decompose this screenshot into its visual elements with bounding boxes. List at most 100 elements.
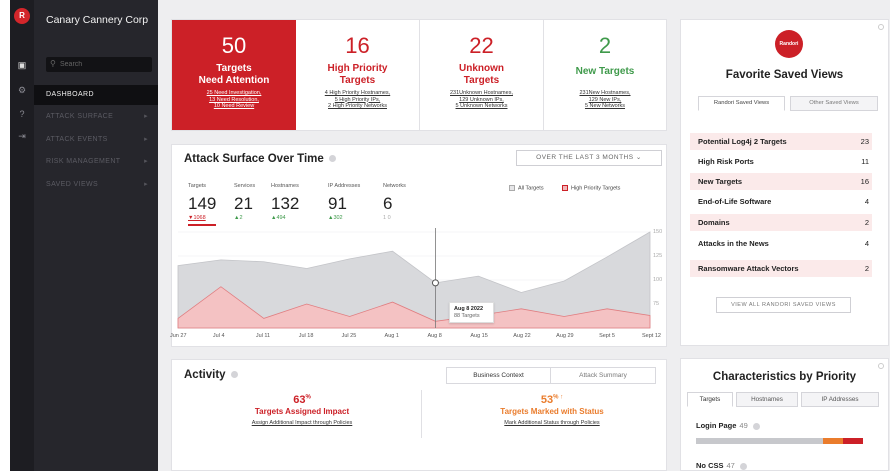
row-count: 16	[860, 177, 869, 186]
metric-sub-link[interactable]: 231Unknown Hostnames,	[420, 90, 543, 97]
saved-views-tabs: Randori Saved Views Other Saved Views	[698, 96, 878, 111]
help-icon[interactable]: ?	[17, 109, 27, 119]
info-icon[interactable]	[878, 363, 884, 369]
metric-need-attention[interactable]: 50 Targets Need Attention 25 Need Invest…	[172, 20, 296, 130]
legend-all-targets[interactable]: All Targets	[509, 185, 544, 191]
metric-label: Need Attention	[198, 75, 270, 86]
x-tick-label: Aug 29	[556, 333, 574, 339]
info-icon[interactable]	[230, 371, 238, 379]
mark-status-link[interactable]: Mark Additional Status through Policies	[452, 420, 652, 426]
metric-sub-link[interactable]: 13 Need Resolution,	[172, 97, 296, 104]
y-tick-label: 75	[653, 301, 660, 307]
stat-delta: ▲302	[328, 215, 343, 221]
metric-sub-link[interactable]: 5 New Networks	[544, 103, 666, 110]
tab-randori-saved-views[interactable]: Randori Saved Views	[698, 96, 785, 111]
saved-view-row[interactable]: End-of-Life Software 4	[690, 193, 872, 210]
info-icon[interactable]	[328, 155, 336, 163]
tab-ip-addresses[interactable]: IP Addresses	[801, 392, 879, 407]
selected-indicator	[188, 224, 216, 226]
gear-icon[interactable]: ⚙	[17, 85, 27, 95]
x-tick-label: Jul 18	[298, 333, 314, 339]
saved-view-row[interactable]: High Risk Ports 11	[690, 153, 872, 170]
grid-icon[interactable]: ▣	[17, 60, 27, 70]
row-label: New Targets	[698, 177, 743, 186]
saved-view-row[interactable]: Attacks in the News 4	[690, 235, 872, 252]
stat-services[interactable]: Services 21 ▲2	[234, 183, 255, 221]
metric-sub-link[interactable]: 25 Need Investigation,	[172, 90, 296, 97]
row-count: 4	[864, 197, 869, 206]
stat-value: 91	[328, 194, 347, 213]
saved-view-row[interactable]: Ransomware Attack Vectors 2	[690, 260, 872, 277]
info-icon[interactable]	[739, 462, 747, 470]
nav-label: DASHBOARD	[46, 91, 94, 98]
metric-sub-link[interactable]: 231New Hostnames,	[544, 90, 666, 97]
saved-view-row[interactable]: Potential Log4j 2 Targets 23	[690, 133, 872, 150]
metric-sub-link[interactable]: 5 Unknown Networks	[420, 103, 543, 110]
tab-hostnames[interactable]: Hostnames	[736, 392, 798, 407]
tab-business-context[interactable]: Business Context	[447, 368, 551, 383]
stat-targets[interactable]: Targets 149 ▼1068	[188, 183, 216, 226]
icon-rail: R ▣ ⚙ ? ⇥	[10, 0, 34, 471]
stat-hostnames[interactable]: Hostnames 132 ▲494	[271, 183, 299, 221]
legend-label: All Targets	[518, 185, 544, 192]
stat-networks[interactable]: Networks 6 1 0	[383, 183, 406, 221]
search-input[interactable]	[60, 58, 148, 71]
metric-high-priority[interactable]: 16 High Priority Targets 4 High Priority…	[296, 20, 420, 130]
activity-tabs: Business Context Attack Summary	[446, 367, 656, 384]
row-label: End-of-Life Software	[698, 197, 772, 206]
metric-unknown-targets[interactable]: 22 Unknown Targets 231Unknown Hostnames,…	[420, 20, 544, 130]
metric-sub-link[interactable]: 129 New IPs,	[544, 97, 666, 104]
metric-label: Targets	[463, 75, 500, 86]
time-range-dropdown[interactable]: OVER THE LAST 3 MONTHS ⌄	[516, 150, 662, 166]
priority-bar[interactable]	[696, 438, 863, 444]
stat-value: 132	[271, 194, 300, 213]
characteristic-count: 49	[739, 421, 748, 430]
saved-view-row[interactable]: Domains 2	[690, 214, 872, 231]
company-name[interactable]: Canary Cannery Corp	[46, 14, 148, 26]
legend-swatch	[562, 185, 568, 191]
assign-impact-link[interactable]: Assign Additional Impact through Policie…	[202, 420, 402, 426]
metric-sub-link[interactable]: 4 High Priority Hostnames,	[296, 90, 419, 97]
stat-delta: ▼1068	[188, 215, 206, 221]
tab-targets[interactable]: Targets	[687, 392, 733, 407]
bar-segment-red	[842, 438, 863, 444]
stat-delta: 1 0	[383, 215, 391, 221]
metric-sub-link[interactable]: 10 Need Review	[172, 103, 296, 110]
metric-new-targets[interactable]: 2 New Targets 231New Hostnames, 129 New …	[544, 20, 666, 130]
info-icon[interactable]	[752, 422, 760, 430]
hover-point	[431, 279, 439, 287]
x-tick-label: Aug 22	[513, 333, 531, 339]
row-label: Domains	[698, 218, 730, 227]
row-label: Ransomware Attack Vectors	[698, 264, 799, 273]
nav-attack-surface[interactable]: ATTACK SURFACE ▸	[34, 107, 158, 127]
nav-saved-views[interactable]: SAVED VIEWS ▸	[34, 175, 158, 195]
chevron-down-icon: ⌄	[635, 154, 642, 161]
x-tick-label: Jul 4	[212, 333, 225, 339]
metric-sub-link[interactable]: 2 High Priority Networks	[296, 103, 419, 110]
characteristic-label[interactable]: No CSS 47	[696, 461, 747, 470]
stat-ip-addresses[interactable]: IP Addresses 91 ▲302	[328, 183, 360, 221]
nav-attack-events[interactable]: ATTACK EVENTS ▸	[34, 130, 158, 150]
legend-high-priority[interactable]: High Priority Targets	[562, 185, 620, 191]
saved-view-row[interactable]: New Targets 16	[690, 173, 872, 190]
area-chart[interactable]	[172, 228, 667, 330]
metric-number: 2	[598, 33, 612, 58]
section-title-text: Activity	[184, 369, 226, 381]
tooltip-value: 88 Targets	[454, 313, 480, 319]
info-icon[interactable]	[878, 24, 884, 30]
metric-sub-link[interactable]: 129 Unknown IPs,	[420, 97, 543, 104]
row-count: 23	[860, 137, 869, 146]
metric-sub-link[interactable]: 5 High Priority IPs,	[296, 97, 419, 104]
app-logo[interactable]: R	[14, 8, 30, 24]
tab-other-saved-views[interactable]: Other Saved Views	[790, 96, 878, 111]
nav-dashboard[interactable]: DASHBOARD	[34, 85, 158, 105]
row-label: High Risk Ports	[698, 157, 754, 166]
characteristic-label[interactable]: Login Page 49	[696, 421, 760, 430]
nav-risk-management[interactable]: RISK MANAGEMENT ▸	[34, 152, 158, 172]
view-all-saved-views-button[interactable]: VIEW ALL RANDORI SAVED VIEWS	[716, 297, 851, 313]
tab-attack-summary[interactable]: Attack Summary	[551, 368, 655, 383]
stat-header: IP Addresses	[328, 183, 361, 189]
search-box[interactable]: ⚲	[46, 57, 152, 72]
legend-swatch	[509, 185, 515, 191]
logout-icon[interactable]: ⇥	[17, 131, 27, 141]
